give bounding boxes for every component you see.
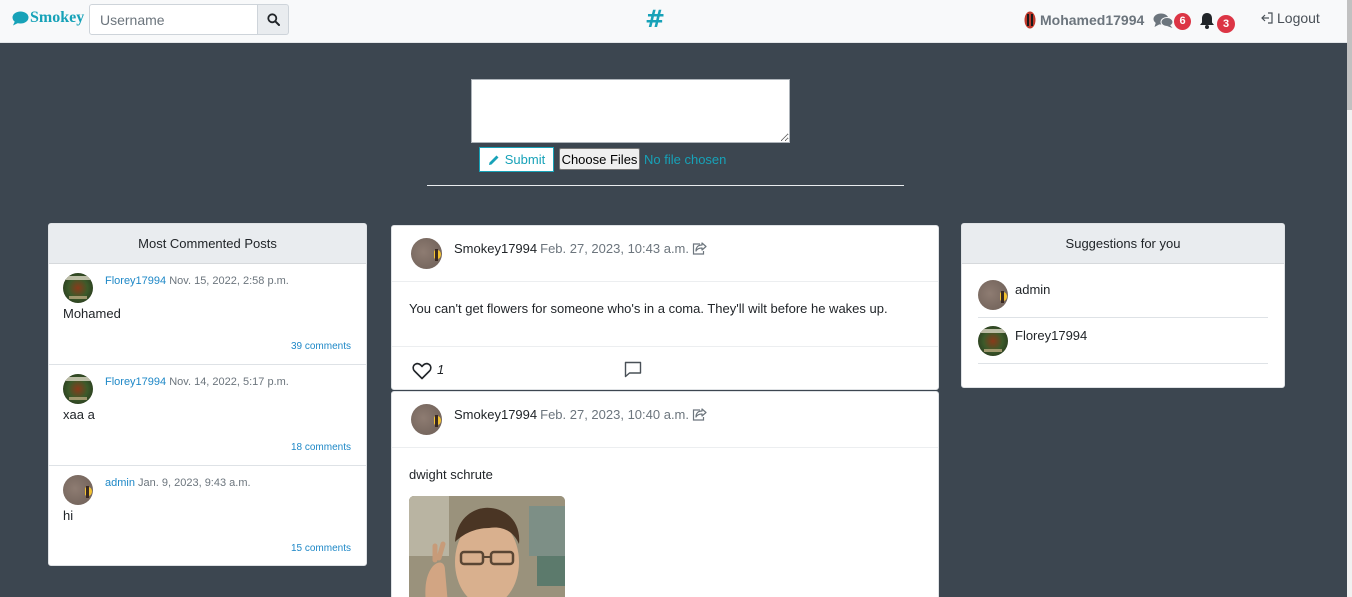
most-commented-card: Most Commented Posts Florey17994 Nov. 15…	[48, 223, 367, 566]
post-header: Smokey17994 Feb. 27, 2023, 10:40 a.m.	[392, 392, 938, 448]
comments-link[interactable]: 39 comments	[291, 341, 351, 352]
post-author-link[interactable]: Florey17994	[105, 376, 166, 388]
post-date: Feb. 27, 2023, 10:40 a.m.	[540, 407, 690, 422]
brand-name: Smokey	[30, 9, 85, 26]
top-navbar: Smokey # Mohamed17994 6 3 Logout	[0, 0, 1352, 43]
pencil-icon	[488, 155, 499, 165]
post-header: Smokey17994 Feb. 27, 2023, 10:43 a.m.	[392, 226, 938, 282]
post-date: Jan. 9, 2023, 9:43 a.m.	[138, 477, 251, 489]
post-text: hi	[63, 508, 74, 523]
most-commented-title: Most Commented Posts	[49, 224, 366, 264]
like-count: 1	[437, 362, 445, 377]
new-post-textarea[interactable]	[471, 79, 790, 143]
profile-link[interactable]: Mohamed17994	[1024, 11, 1144, 29]
heart-icon[interactable]	[412, 362, 432, 380]
post-card: Smokey17994 Feb. 27, 2023, 10:40 a.m. dw…	[391, 391, 939, 597]
post-text: Mohamed	[63, 306, 121, 321]
post-author-link[interactable]: admin	[105, 477, 135, 489]
suggestions-title: Suggestions for you	[962, 224, 1284, 264]
post-image[interactable]	[409, 496, 565, 597]
logout-label: Logout	[1277, 10, 1320, 26]
post-date: Nov. 15, 2022, 2:58 p.m.	[169, 275, 289, 287]
notifications-badge: 3	[1217, 15, 1235, 33]
avatar[interactable]	[411, 404, 442, 435]
post-date: Feb. 27, 2023, 10:43 a.m.	[540, 241, 690, 256]
avatar	[978, 280, 1008, 310]
avatar	[63, 475, 93, 505]
chat-bubble-icon	[12, 11, 29, 25]
logout-link[interactable]: Logout	[1261, 10, 1320, 26]
suggestions-card: Suggestions for you admin Florey17994	[961, 223, 1285, 388]
scrollbar-thumb[interactable]	[1347, 0, 1352, 110]
post-author[interactable]: Smokey17994	[454, 241, 537, 256]
list-item[interactable]: admin Jan. 9, 2023, 9:43 a.m. hi 15 comm…	[49, 466, 366, 565]
suggestion-item[interactable]: admin	[978, 272, 1268, 318]
user-avatar-icon	[1024, 11, 1036, 29]
suggestion-item[interactable]: Florey17994	[978, 318, 1268, 364]
post-text: dwight schrute	[409, 467, 493, 482]
search-button[interactable]	[258, 4, 289, 35]
avatar	[63, 273, 93, 303]
avatar[interactable]	[411, 238, 442, 269]
comment-icon[interactable]	[624, 361, 642, 378]
post-text: xaa a	[63, 407, 95, 422]
avatar	[978, 326, 1008, 356]
messages-icon[interactable]	[1153, 12, 1174, 29]
logout-icon	[1261, 12, 1273, 24]
suggestion-username[interactable]: admin	[1015, 282, 1050, 297]
avatar	[63, 374, 93, 404]
brand-link[interactable]: Smokey	[12, 9, 84, 27]
list-item[interactable]: Florey17994 Nov. 15, 2022, 2:58 p.m. Moh…	[49, 264, 366, 365]
post-author[interactable]: Smokey17994	[454, 407, 537, 422]
username-label: Mohamed17994	[1040, 12, 1145, 28]
post-card: Smokey17994 Feb. 27, 2023, 10:43 a.m. Yo…	[391, 225, 939, 390]
no-file-label: No file chosen	[644, 152, 727, 167]
page-scrollbar[interactable]	[1347, 0, 1352, 597]
form-divider	[427, 185, 904, 186]
list-item[interactable]: Florey17994 Nov. 14, 2022, 5:17 p.m. xaa…	[49, 365, 366, 466]
submit-button[interactable]: Submit	[479, 147, 554, 172]
submit-label: Submit	[504, 152, 546, 167]
search-icon	[266, 13, 280, 26]
suggestion-username[interactable]: Florey17994	[1015, 328, 1087, 343]
post-author-link[interactable]: Florey17994	[105, 275, 166, 287]
hashtag-link[interactable]: #	[645, 5, 665, 33]
bell-icon[interactable]	[1199, 12, 1215, 29]
search-input[interactable]	[89, 4, 258, 35]
share-icon[interactable]	[692, 242, 707, 255]
comments-link[interactable]: 18 comments	[291, 442, 351, 453]
post-date: Nov. 14, 2022, 5:17 p.m.	[169, 376, 289, 388]
share-icon[interactable]	[692, 408, 707, 421]
post-text: You can't get flowers for someone who's …	[409, 301, 888, 316]
messages-badge: 6	[1174, 13, 1191, 30]
comments-link[interactable]: 15 comments	[291, 543, 351, 554]
post-footer: 1	[392, 346, 938, 389]
choose-files-button[interactable]: Choose Files	[559, 148, 640, 170]
